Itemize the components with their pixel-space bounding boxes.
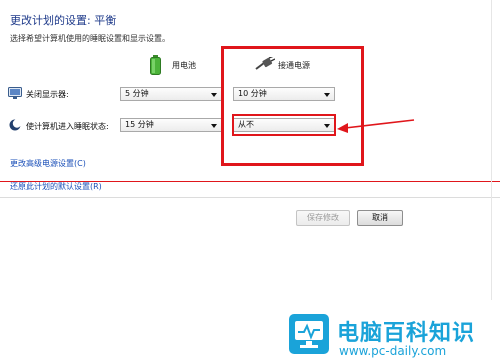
watermark-name: 电脑百科知识 bbox=[337, 321, 476, 346]
restore-defaults-link[interactable]: 还原此计划的默认设置(R) bbox=[10, 181, 102, 192]
battery-icon bbox=[150, 55, 161, 75]
annotation-box-plugged-column bbox=[221, 46, 364, 166]
moon-icon bbox=[9, 119, 22, 131]
sleep-battery-value: 15 分钟 bbox=[125, 120, 154, 129]
watermark-url: www.pc-daily.com bbox=[339, 344, 447, 358]
annotation-arrow bbox=[337, 119, 415, 133]
page-title: 更改计划的设置: 平衡 bbox=[10, 14, 117, 27]
row-label-sleep: 使计算机进入睡眠状态: bbox=[26, 122, 109, 131]
display-battery-select[interactable]: 5 分钟 bbox=[120, 87, 222, 101]
window-edge bbox=[491, 0, 492, 300]
save-button[interactable]: 保存修改 bbox=[296, 210, 350, 226]
page-subtitle: 选择希望计算机使用的睡眠设置和显示设置。 bbox=[10, 34, 170, 43]
sleep-battery-select[interactable]: 15 分钟 bbox=[120, 118, 222, 132]
column-header-battery: 用电池 bbox=[172, 61, 196, 70]
monitor-icon bbox=[8, 87, 22, 99]
monitor-logo-icon bbox=[289, 314, 329, 354]
chevron-down-icon bbox=[211, 124, 217, 128]
annotation-underline bbox=[0, 181, 500, 182]
watermark: 电脑百科知识 www.pc-daily.com bbox=[285, 306, 500, 364]
chevron-down-icon bbox=[211, 93, 217, 97]
advanced-settings-link[interactable]: 更改高级电源设置(C) bbox=[10, 158, 86, 169]
divider bbox=[0, 197, 500, 198]
row-label-display: 关闭显示器: bbox=[26, 90, 69, 99]
display-battery-value: 5 分钟 bbox=[125, 89, 149, 98]
annotation-box-sleep-select bbox=[232, 114, 336, 136]
cancel-button[interactable]: 取消 bbox=[357, 210, 403, 226]
